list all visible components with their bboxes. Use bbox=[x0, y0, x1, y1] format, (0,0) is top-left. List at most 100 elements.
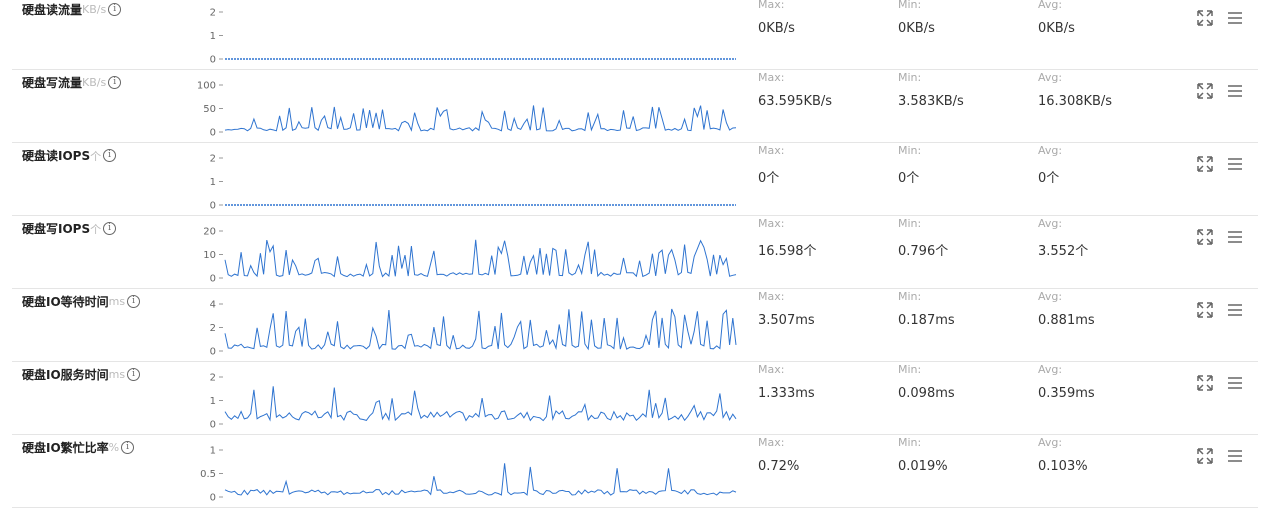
expand-icon[interactable] bbox=[1196, 9, 1214, 27]
stat-min-value: 0KB/s bbox=[898, 21, 935, 36]
menu-icon[interactable] bbox=[1226, 374, 1244, 392]
stat-avg-label: Avg: bbox=[1038, 71, 1063, 84]
stat-max-label: Max: bbox=[758, 290, 785, 303]
stat-min-label: Min: bbox=[898, 217, 922, 230]
metric-title: 硬盘IO繁忙比率% i bbox=[22, 439, 135, 456]
series-line bbox=[224, 105, 737, 132]
stat-avg-value: 0个 bbox=[1038, 171, 1060, 186]
y-tick-label: 0 bbox=[210, 201, 216, 212]
stat-avg-label: Avg: bbox=[1038, 290, 1063, 303]
metric-name: 硬盘IO等待时间 bbox=[22, 295, 109, 309]
stat-min-value: 0.187ms bbox=[898, 313, 955, 328]
menu-icon[interactable] bbox=[1226, 155, 1244, 173]
stat-avg-value: 0.881ms bbox=[1038, 313, 1095, 328]
stat-avg-value: 16.308KB/s bbox=[1038, 94, 1113, 109]
metric-title: 硬盘写流量 KB/s i bbox=[22, 74, 122, 91]
menu-icon[interactable] bbox=[1226, 9, 1244, 27]
menu-icon[interactable] bbox=[1226, 447, 1244, 465]
menu-icon[interactable] bbox=[1226, 228, 1244, 246]
stat-max-value: 0个 bbox=[758, 171, 780, 186]
y-tick-label: 2 bbox=[210, 323, 216, 334]
metric-name: 硬盘IO服务时间 bbox=[22, 368, 109, 382]
info-icon[interactable]: i bbox=[103, 149, 117, 162]
stat-min-label: Min: bbox=[898, 363, 922, 376]
metric-title: 硬盘读IOPS 个 i bbox=[22, 147, 117, 164]
y-tick-label: 1 bbox=[210, 396, 216, 407]
y-tick-label: 10 bbox=[203, 250, 216, 261]
y-tick-label: 0 bbox=[210, 420, 216, 431]
y-tick-label: 0 bbox=[210, 274, 216, 285]
expand-icon[interactable] bbox=[1196, 301, 1214, 319]
expand-icon[interactable] bbox=[1196, 447, 1214, 465]
y-tick-label: 2 bbox=[210, 373, 216, 384]
sparkline-chart: 10.50 bbox=[200, 446, 737, 504]
metric-row: 硬盘IO等待时间 ms i Max: 3.507ms Min: 0.187ms Av… bbox=[12, 288, 1258, 362]
info-icon[interactable]: i bbox=[108, 3, 122, 16]
y-tick-label: 0 bbox=[210, 128, 216, 139]
expand-icon[interactable] bbox=[1196, 155, 1214, 173]
info-icon[interactable]: i bbox=[127, 368, 141, 381]
metric-name: 硬盘IO繁忙比率 bbox=[22, 441, 109, 455]
metric-name: 硬盘写IOPS bbox=[22, 222, 91, 236]
sparkline-chart: 4 2 0 bbox=[210, 300, 737, 358]
stat-avg-value: 0KB/s bbox=[1038, 21, 1075, 36]
y-tick-label: 0 bbox=[210, 347, 216, 358]
expand-icon[interactable] bbox=[1196, 374, 1214, 392]
stat-avg-label: Avg: bbox=[1038, 0, 1063, 11]
stat-avg-value: 0.359ms bbox=[1038, 386, 1095, 401]
y-tick-label: 50 bbox=[203, 104, 216, 115]
menu-icon[interactable] bbox=[1226, 301, 1244, 319]
metric-title: 硬盘写IOPS 个 i bbox=[22, 220, 117, 237]
stat-max-value: 16.598个 bbox=[758, 244, 817, 259]
metric-title: 硬盘读流量 KB/s i bbox=[22, 1, 122, 18]
stat-min-value: 3.583KB/s bbox=[898, 94, 964, 109]
stat-max-label: Max: bbox=[758, 436, 785, 449]
sparkline-chart: 2 1 0 bbox=[210, 154, 736, 212]
stat-max-value: 3.507ms bbox=[758, 313, 815, 328]
metric-row: 硬盘IO服务时间 ms i Max: 1.333ms Min: 0.098ms Av… bbox=[12, 361, 1258, 435]
sparkline-chart: 2 1 0 bbox=[210, 8, 736, 66]
series-line bbox=[224, 386, 737, 422]
metric-unit: KB/s bbox=[82, 76, 107, 89]
y-tick-label: 1 bbox=[210, 177, 216, 188]
sparkline-chart: 2 1 0 bbox=[210, 373, 737, 431]
stat-min-value: 0.796个 bbox=[898, 244, 949, 259]
stat-min-label: Min: bbox=[898, 0, 922, 11]
stat-max-label: Max: bbox=[758, 144, 785, 157]
menu-icon[interactable] bbox=[1226, 82, 1244, 100]
stat-avg-value: 3.552个 bbox=[1038, 244, 1089, 259]
info-icon[interactable]: i bbox=[108, 76, 122, 89]
metric-row: 硬盘IO繁忙比率% i Max: 0.72% Min: 0.019% Avg: 0… bbox=[12, 434, 1258, 508]
metric-name: 硬盘读IOPS bbox=[22, 149, 91, 163]
stat-max-value: 0.72% bbox=[758, 459, 800, 474]
expand-icon[interactable] bbox=[1196, 228, 1214, 246]
y-tick-label: 0 bbox=[210, 55, 216, 66]
stat-avg-label: Avg: bbox=[1038, 144, 1063, 157]
stat-avg-label: Avg: bbox=[1038, 436, 1063, 449]
info-icon[interactable]: i bbox=[103, 222, 117, 235]
stat-min-value: 0个 bbox=[898, 171, 920, 186]
stat-max-value: 1.333ms bbox=[758, 386, 815, 401]
stat-min-label: Min: bbox=[898, 71, 922, 84]
metric-row: 硬盘写IOPS 个 i Max: 16.598个 Min: 0.796个 Avg: … bbox=[12, 215, 1258, 289]
stat-min-label: Min: bbox=[898, 290, 922, 303]
metric-name: 硬盘写流量 bbox=[22, 76, 83, 90]
metric-unit: KB/s bbox=[82, 3, 107, 16]
metric-unit: ms bbox=[108, 295, 126, 308]
metric-name: 硬盘读流量 bbox=[22, 3, 83, 17]
stat-avg-label: Avg: bbox=[1038, 363, 1063, 376]
y-tick-label: 1 bbox=[210, 446, 216, 457]
stat-min-label: Min: bbox=[898, 144, 922, 157]
metric-row: 硬盘读IOPS 个 i Max: 0个 Min: 0个 Avg: 0个 2 1 0 bbox=[12, 142, 1258, 216]
stat-max-label: Max: bbox=[758, 363, 785, 376]
sparkline-chart: 20 10 0 bbox=[203, 227, 737, 285]
metric-title: 硬盘IO等待时间 ms i bbox=[22, 293, 141, 310]
y-tick-label: 0 bbox=[210, 493, 216, 504]
stat-max-label: Max: bbox=[758, 217, 785, 230]
info-icon[interactable]: i bbox=[121, 441, 135, 454]
stat-max-label: Max: bbox=[758, 71, 785, 84]
stat-min-label: Min: bbox=[898, 436, 922, 449]
series-line bbox=[224, 308, 737, 351]
info-icon[interactable]: i bbox=[127, 295, 141, 308]
expand-icon[interactable] bbox=[1196, 82, 1214, 100]
